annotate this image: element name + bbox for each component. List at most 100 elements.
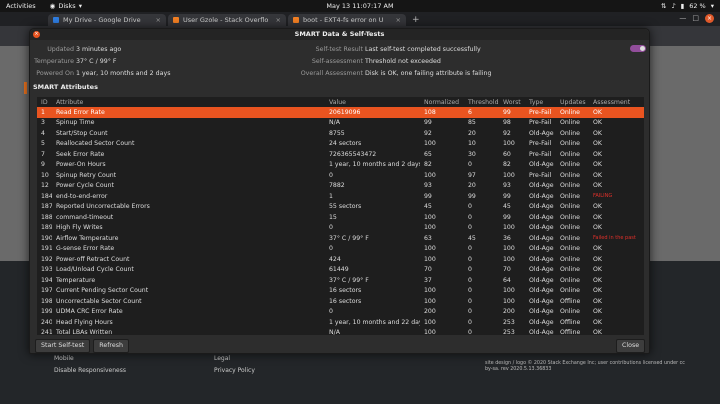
column-header[interactable]: Type xyxy=(525,97,556,107)
table-cell: 253 xyxy=(503,329,515,335)
table-row[interactable]: 199 UDMA CRC Error Rate 0 200 0 200 Old-Age Onl… xyxy=(37,307,644,318)
table-row[interactable]: 10 Spinup Retry Count 0 100 97 100 Pre-Fail Onl… xyxy=(37,170,644,181)
overall-assessment-label: Overall Assessment xyxy=(300,70,363,77)
attributes-table-container[interactable]: ID Attribute Value Normalized Threshold … xyxy=(37,97,644,335)
table-row[interactable]: 194 Temperature 37° C / 99° F 37 0 64 Old-Age O… xyxy=(37,275,644,286)
smart-dialog: SMART Data & Self-Tests × Updated 3 minu… xyxy=(29,28,650,354)
table-cell: Seek Error Rate xyxy=(56,150,105,158)
table-row[interactable]: 198 Uncorrectable Sector Count 16 sectors 1… xyxy=(37,296,644,307)
column-header[interactable]: ID xyxy=(37,97,52,107)
table-cell: 0 xyxy=(329,224,333,232)
column-header[interactable]: Normalized xyxy=(420,97,464,107)
close-icon[interactable]: × xyxy=(276,16,281,24)
footer-link-legal[interactable]: Legal xyxy=(214,355,230,362)
footer-link-mobile[interactable]: Mobile xyxy=(54,355,74,362)
table-cell: 20 xyxy=(468,182,476,190)
table-row[interactable]: 190 Airflow Temperature 37° C / 99° F 63 45 3… xyxy=(37,233,644,244)
activities-button[interactable]: Activities xyxy=(6,2,36,10)
table-row[interactable]: 240 Head Flying Hours 1 year, 10 months an… xyxy=(37,317,644,328)
table-cell: 97 xyxy=(468,171,476,179)
table-row[interactable]: 193 Load/Unload Cycle Count 61449 70 0 70 Old-… xyxy=(37,265,644,276)
table-row[interactable]: 197 Current Pending Sector Count 16 sector… xyxy=(37,286,644,297)
browser-tab[interactable]: boot - EXT4-fs error on U × xyxy=(288,14,406,26)
window-close-button[interactable]: × xyxy=(705,14,714,23)
maximize-icon[interactable]: □ xyxy=(692,14,699,23)
table-cell: Old-Age xyxy=(529,203,554,211)
table-cell: 7 xyxy=(41,150,45,158)
table-row[interactable]: 184 end-to-end-error 1 99 99 99 Old-Age Online F… xyxy=(37,191,644,202)
smart-enabled-toggle[interactable] xyxy=(630,45,646,52)
table-cell: 0 xyxy=(468,213,472,221)
table-row[interactable]: 187 Reported Uncorrectable Errors 55 secto… xyxy=(37,202,644,213)
table-row[interactable]: 7 Seek Error Rate 726365543472 65 30 60 Pre-Fa… xyxy=(37,149,644,160)
tab-label: My Drive - Google Drive xyxy=(63,16,141,24)
table-cell: Online xyxy=(556,107,589,118)
column-header[interactable]: Updates xyxy=(556,97,589,107)
table-cell: 6 xyxy=(464,107,499,118)
table-cell: 0 xyxy=(329,308,333,316)
column-header[interactable]: Value xyxy=(325,97,420,107)
table-cell: 99 xyxy=(468,192,476,200)
table-row[interactable]: 189 High Fly Writes 0 100 0 100 Old-Age Online O… xyxy=(37,223,644,234)
table-row[interactable]: 192 Power-off Retract Count 424 100 0 100 Old-… xyxy=(37,254,644,265)
table-cell: Old-Age xyxy=(529,318,554,326)
table-row[interactable]: 4 Start/Stop Count 8755 92 20 92 Old-Age Online… xyxy=(37,128,644,139)
table-row[interactable]: 9 Power-On Hours 1 year, 10 months and 2 d… xyxy=(37,160,644,171)
table-cell: 424 xyxy=(329,255,341,263)
close-icon[interactable]: × xyxy=(156,16,161,24)
table-cell: Old-Age xyxy=(529,276,554,284)
column-header[interactable]: Assessment xyxy=(589,97,644,107)
table-row[interactable]: 3 Spinup Time N/A 99 85 98 Pre-Fail Online OK xyxy=(37,118,644,129)
table-row[interactable]: 188 command-timeout 15 100 0 99 Old-Age Online O… xyxy=(37,212,644,223)
stack-overflow-icon xyxy=(173,17,179,23)
table-cell: OK xyxy=(593,150,602,158)
table-cell: Online xyxy=(560,266,580,274)
table-cell: Online xyxy=(560,234,580,242)
table-cell: Power-off Retract Count xyxy=(56,255,130,263)
table-cell: OK xyxy=(593,287,602,295)
table-cell: 0 xyxy=(468,203,472,211)
footer-link-disable-responsiveness[interactable]: Disable Responsiveness xyxy=(54,367,126,374)
table-row[interactable]: 12 Power Cycle Count 7882 93 20 93 Old-Age Onli… xyxy=(37,181,644,192)
table-cell: 0 xyxy=(329,171,333,179)
table-cell: 5 xyxy=(41,140,45,148)
stack-overflow-icon xyxy=(293,17,299,23)
close-icon[interactable]: × xyxy=(396,16,401,24)
new-tab-button[interactable]: + xyxy=(412,14,420,26)
column-header[interactable]: Attribute xyxy=(52,97,325,107)
system-tray[interactable]: ⇅ ♪ ▮ 62 % ▾ xyxy=(661,0,714,12)
table-cell: Uncorrectable Sector Count xyxy=(56,297,142,305)
minimize-icon[interactable]: — xyxy=(679,14,686,23)
close-button[interactable]: Close xyxy=(616,339,646,353)
clock[interactable]: May 13 11:07:17 AM xyxy=(0,2,720,10)
selftest-label: Self-test Result xyxy=(315,46,363,53)
table-cell: Old-Age xyxy=(529,297,554,305)
table-cell: Total LBAs Written xyxy=(56,329,113,335)
footer-link-privacy-policy[interactable]: Privacy Policy xyxy=(214,367,255,374)
close-icon[interactable]: × xyxy=(33,31,40,38)
table-cell: 45 xyxy=(468,234,476,242)
updated-label: Updated xyxy=(47,46,74,53)
refresh-button[interactable]: Refresh xyxy=(93,339,130,353)
table-row[interactable]: 191 G-sense Error Rate 0 100 0 100 Old-Age Onli… xyxy=(37,244,644,255)
table-cell: OK xyxy=(593,329,602,335)
table-row[interactable]: 5 Reallocated Sector Count 24 sectors 100 10… xyxy=(37,139,644,150)
table-cell: 0 xyxy=(468,224,472,232)
browser-tab[interactable]: User Gzole - Stack Overflo × xyxy=(168,14,286,26)
table-cell: 98 xyxy=(503,119,511,127)
table-cell: G-sense Error Rate xyxy=(56,245,115,253)
table-cell: command-timeout xyxy=(56,213,114,221)
table-cell: 0 xyxy=(468,329,472,335)
app-menu[interactable]: ◉ Disks ▾ xyxy=(50,2,82,10)
table-cell: 0 xyxy=(468,161,472,169)
column-header[interactable]: Worst xyxy=(499,97,525,107)
start-self-test-button[interactable]: Start Self-test xyxy=(35,339,91,353)
table-cell: 100 xyxy=(424,255,436,263)
column-header[interactable]: Threshold xyxy=(464,97,499,107)
google-drive-icon xyxy=(53,17,59,23)
table-cell: Pre-Fail xyxy=(529,119,552,127)
table-cell: end-to-end-error xyxy=(56,192,108,200)
table-row[interactable]: 1 Read Error Rate 20619096 108 6 99 Pre-Fail On… xyxy=(37,107,644,118)
browser-tab[interactable]: My Drive - Google Drive × xyxy=(48,14,166,26)
table-row[interactable]: 241 Total LBAs Written N/A 100 0 253 Old-Age Of… xyxy=(37,328,644,335)
